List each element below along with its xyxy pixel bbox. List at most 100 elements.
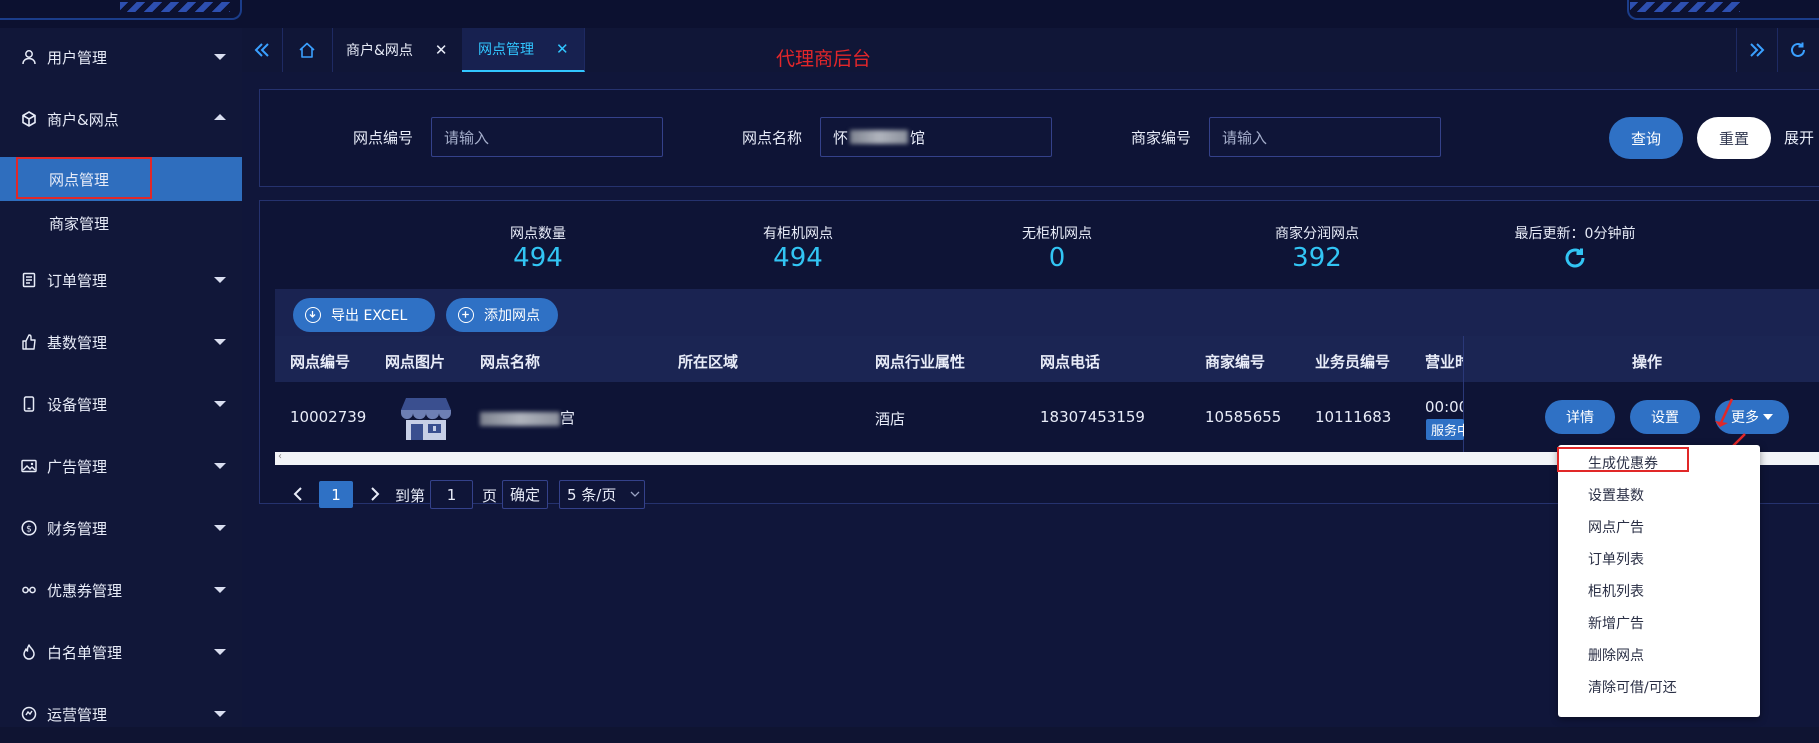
home-tab-button[interactable] <box>282 28 333 72</box>
menu-item-clear-borrow-return[interactable]: 清除可借/可还 <box>1588 677 1677 697</box>
annotation-box <box>16 157 152 199</box>
download-icon <box>305 307 321 323</box>
reset-button[interactable]: 重置 <box>1697 117 1771 159</box>
svg-text:$: $ <box>26 525 32 535</box>
chevron-down-icon <box>214 401 226 407</box>
sidebar-item-coupons[interactable]: 优惠券管理 <box>0 561 242 619</box>
site-name-input[interactable]: 怀 馆 <box>820 117 1052 157</box>
sidebar-item-label: 广告管理 <box>47 457 108 476</box>
stat-value-profit-share: 392 <box>1292 243 1342 273</box>
prev-page-button[interactable] <box>288 478 308 510</box>
tab-label: 网点管理 <box>478 42 534 58</box>
menu-item-delete-site[interactable]: 删除网点 <box>1588 645 1644 665</box>
money-icon: $ <box>20 519 38 537</box>
close-icon[interactable]: ✕ <box>435 41 448 59</box>
menu-item-set-base[interactable]: 设置基数 <box>1588 485 1644 505</box>
home-icon <box>298 41 316 59</box>
column-header: 网点行业属性 <box>875 353 966 371</box>
double-chevron-left-icon <box>253 42 271 58</box>
chevron-down-icon <box>214 339 226 345</box>
annotation-agent-title: 代理商后台 <box>776 48 872 70</box>
menu-item-cabinet-list[interactable]: 柜机列表 <box>1588 581 1644 601</box>
scroll-left-arrow-icon[interactable]: ‹ <box>278 451 282 462</box>
sidebar-item-devices[interactable]: 设备管理 <box>0 375 242 433</box>
sidebar-item-users[interactable]: 用户管理 <box>0 28 242 86</box>
image-icon <box>20 457 38 475</box>
close-icon[interactable]: ✕ <box>556 40 569 58</box>
chevron-down-icon <box>214 54 226 60</box>
fire-icon <box>20 643 38 661</box>
sidebar: 用户管理 商户&网点 网点管理 商家管理 订单管理 基数管理 设备管理 广告管理… <box>0 28 242 727</box>
status-badge: 服务中 <box>1426 419 1464 440</box>
sidebar-item-label: 订单管理 <box>47 271 108 290</box>
site-name-value-prefix: 怀 <box>833 128 849 147</box>
site-name-label: 网点名称 <box>742 129 803 147</box>
next-page-button[interactable] <box>365 478 385 510</box>
page-size-value: 5 条/页 <box>567 486 617 504</box>
sidebar-item-merchant-site[interactable]: 商户&网点 <box>0 90 242 148</box>
menu-item-order-list[interactable]: 订单列表 <box>1588 549 1644 569</box>
sidebar-item-finance[interactable]: $ 财务管理 <box>0 499 242 557</box>
chevron-down-icon <box>214 711 226 717</box>
caret-down-icon <box>1763 414 1773 420</box>
sidebar-item-ads[interactable]: 广告管理 <box>0 437 242 495</box>
top-decoration <box>0 0 1819 28</box>
sidebar-item-label: 基数管理 <box>47 333 108 352</box>
export-excel-label: 导出 EXCEL <box>331 308 408 324</box>
page-unit-label: 页 <box>482 487 498 505</box>
collapse-sidebar-button[interactable] <box>242 28 283 72</box>
goto-page-input[interactable]: 1 <box>430 480 473 509</box>
settings-button[interactable]: 设置 <box>1630 400 1700 434</box>
tab-merchant-site[interactable]: 商户&网点 ✕ <box>332 28 463 72</box>
site-name-suffix: 宫 <box>560 409 576 427</box>
table-row: 10002739 宫 酒店 18307453159 10585655 10111… <box>275 382 1819 452</box>
merchant-no-input[interactable]: 请输入 <box>1209 117 1441 157</box>
stripe-decoration-right <box>1630 2 1740 12</box>
menu-item-generate-coupon[interactable]: 生成优惠券 <box>1588 453 1658 473</box>
page-size-select[interactable]: 5 条/页 <box>559 480 645 509</box>
cell-merchant-no: 10585655 <box>1205 408 1282 426</box>
chevron-up-icon <box>214 114 226 120</box>
refresh-tab-button[interactable] <box>1777 28 1819 72</box>
tab-site-management[interactable]: 网点管理 ✕ <box>462 28 585 72</box>
cell-phone: 18307453159 <box>1040 408 1145 426</box>
site-no-input[interactable]: 请输入 <box>431 117 663 157</box>
sidebar-item-label: 财务管理 <box>47 519 108 538</box>
chevron-down-icon <box>630 490 640 498</box>
stat-label-site-count: 网点数量 <box>510 226 566 242</box>
sidebar-item-base[interactable]: 基数管理 <box>0 313 242 371</box>
redacted-text <box>850 130 909 144</box>
page-number-current[interactable]: 1 <box>319 481 353 508</box>
chevron-down-icon <box>214 587 226 593</box>
user-icon <box>20 48 38 66</box>
sidebar-item-label: 设备管理 <box>47 395 108 414</box>
add-site-label: 添加网点 <box>484 308 540 324</box>
menu-item-site-ads[interactable]: 网点广告 <box>1588 517 1644 537</box>
sidebar-item-orders[interactable]: 订单管理 <box>0 251 242 309</box>
query-button[interactable]: 查询 <box>1609 117 1683 159</box>
column-header: 商家编号 <box>1205 353 1266 371</box>
menu-item-add-ad[interactable]: 新增广告 <box>1588 613 1644 633</box>
sidebar-item-operations[interactable]: 运营管理 <box>0 685 242 743</box>
sidebar-subitem-merchant-management[interactable]: 商家管理 <box>0 201 242 245</box>
refresh-icon[interactable] <box>1563 246 1587 270</box>
phone-icon <box>20 395 38 413</box>
confirm-page-button[interactable]: 确定 <box>502 480 548 509</box>
sidebar-item-label: 商户&网点 <box>47 110 119 129</box>
filter-panel: 网点编号 请输入 网点名称 怀 馆 商家编号 请输入 查询 重置 展开 <box>259 89 1819 187</box>
add-site-button[interactable]: 添加网点 <box>446 298 558 332</box>
sidebar-item-whitelist[interactable]: 白名单管理 <box>0 623 242 681</box>
stat-value-with-cabinet: 494 <box>773 243 823 273</box>
scroll-tabs-right-button[interactable] <box>1736 28 1778 72</box>
thumb-icon <box>20 333 38 351</box>
chevron-down-icon <box>214 649 226 655</box>
detail-button[interactable]: 详情 <box>1545 400 1615 434</box>
order-icon <box>20 271 38 289</box>
expand-link[interactable]: 展开 <box>1784 127 1814 148</box>
coupon-icon <box>20 581 38 599</box>
more-dropdown-menu: 生成优惠券 设置基数 网点广告 订单列表 柜机列表 新增广告 删除网点 清除可借… <box>1557 445 1760 717</box>
export-excel-button[interactable]: 导出 EXCEL <box>293 298 435 332</box>
merchant-no-label: 商家编号 <box>1131 129 1192 147</box>
tab-label: 商户&网点 <box>346 43 413 59</box>
redacted-text <box>480 411 560 426</box>
